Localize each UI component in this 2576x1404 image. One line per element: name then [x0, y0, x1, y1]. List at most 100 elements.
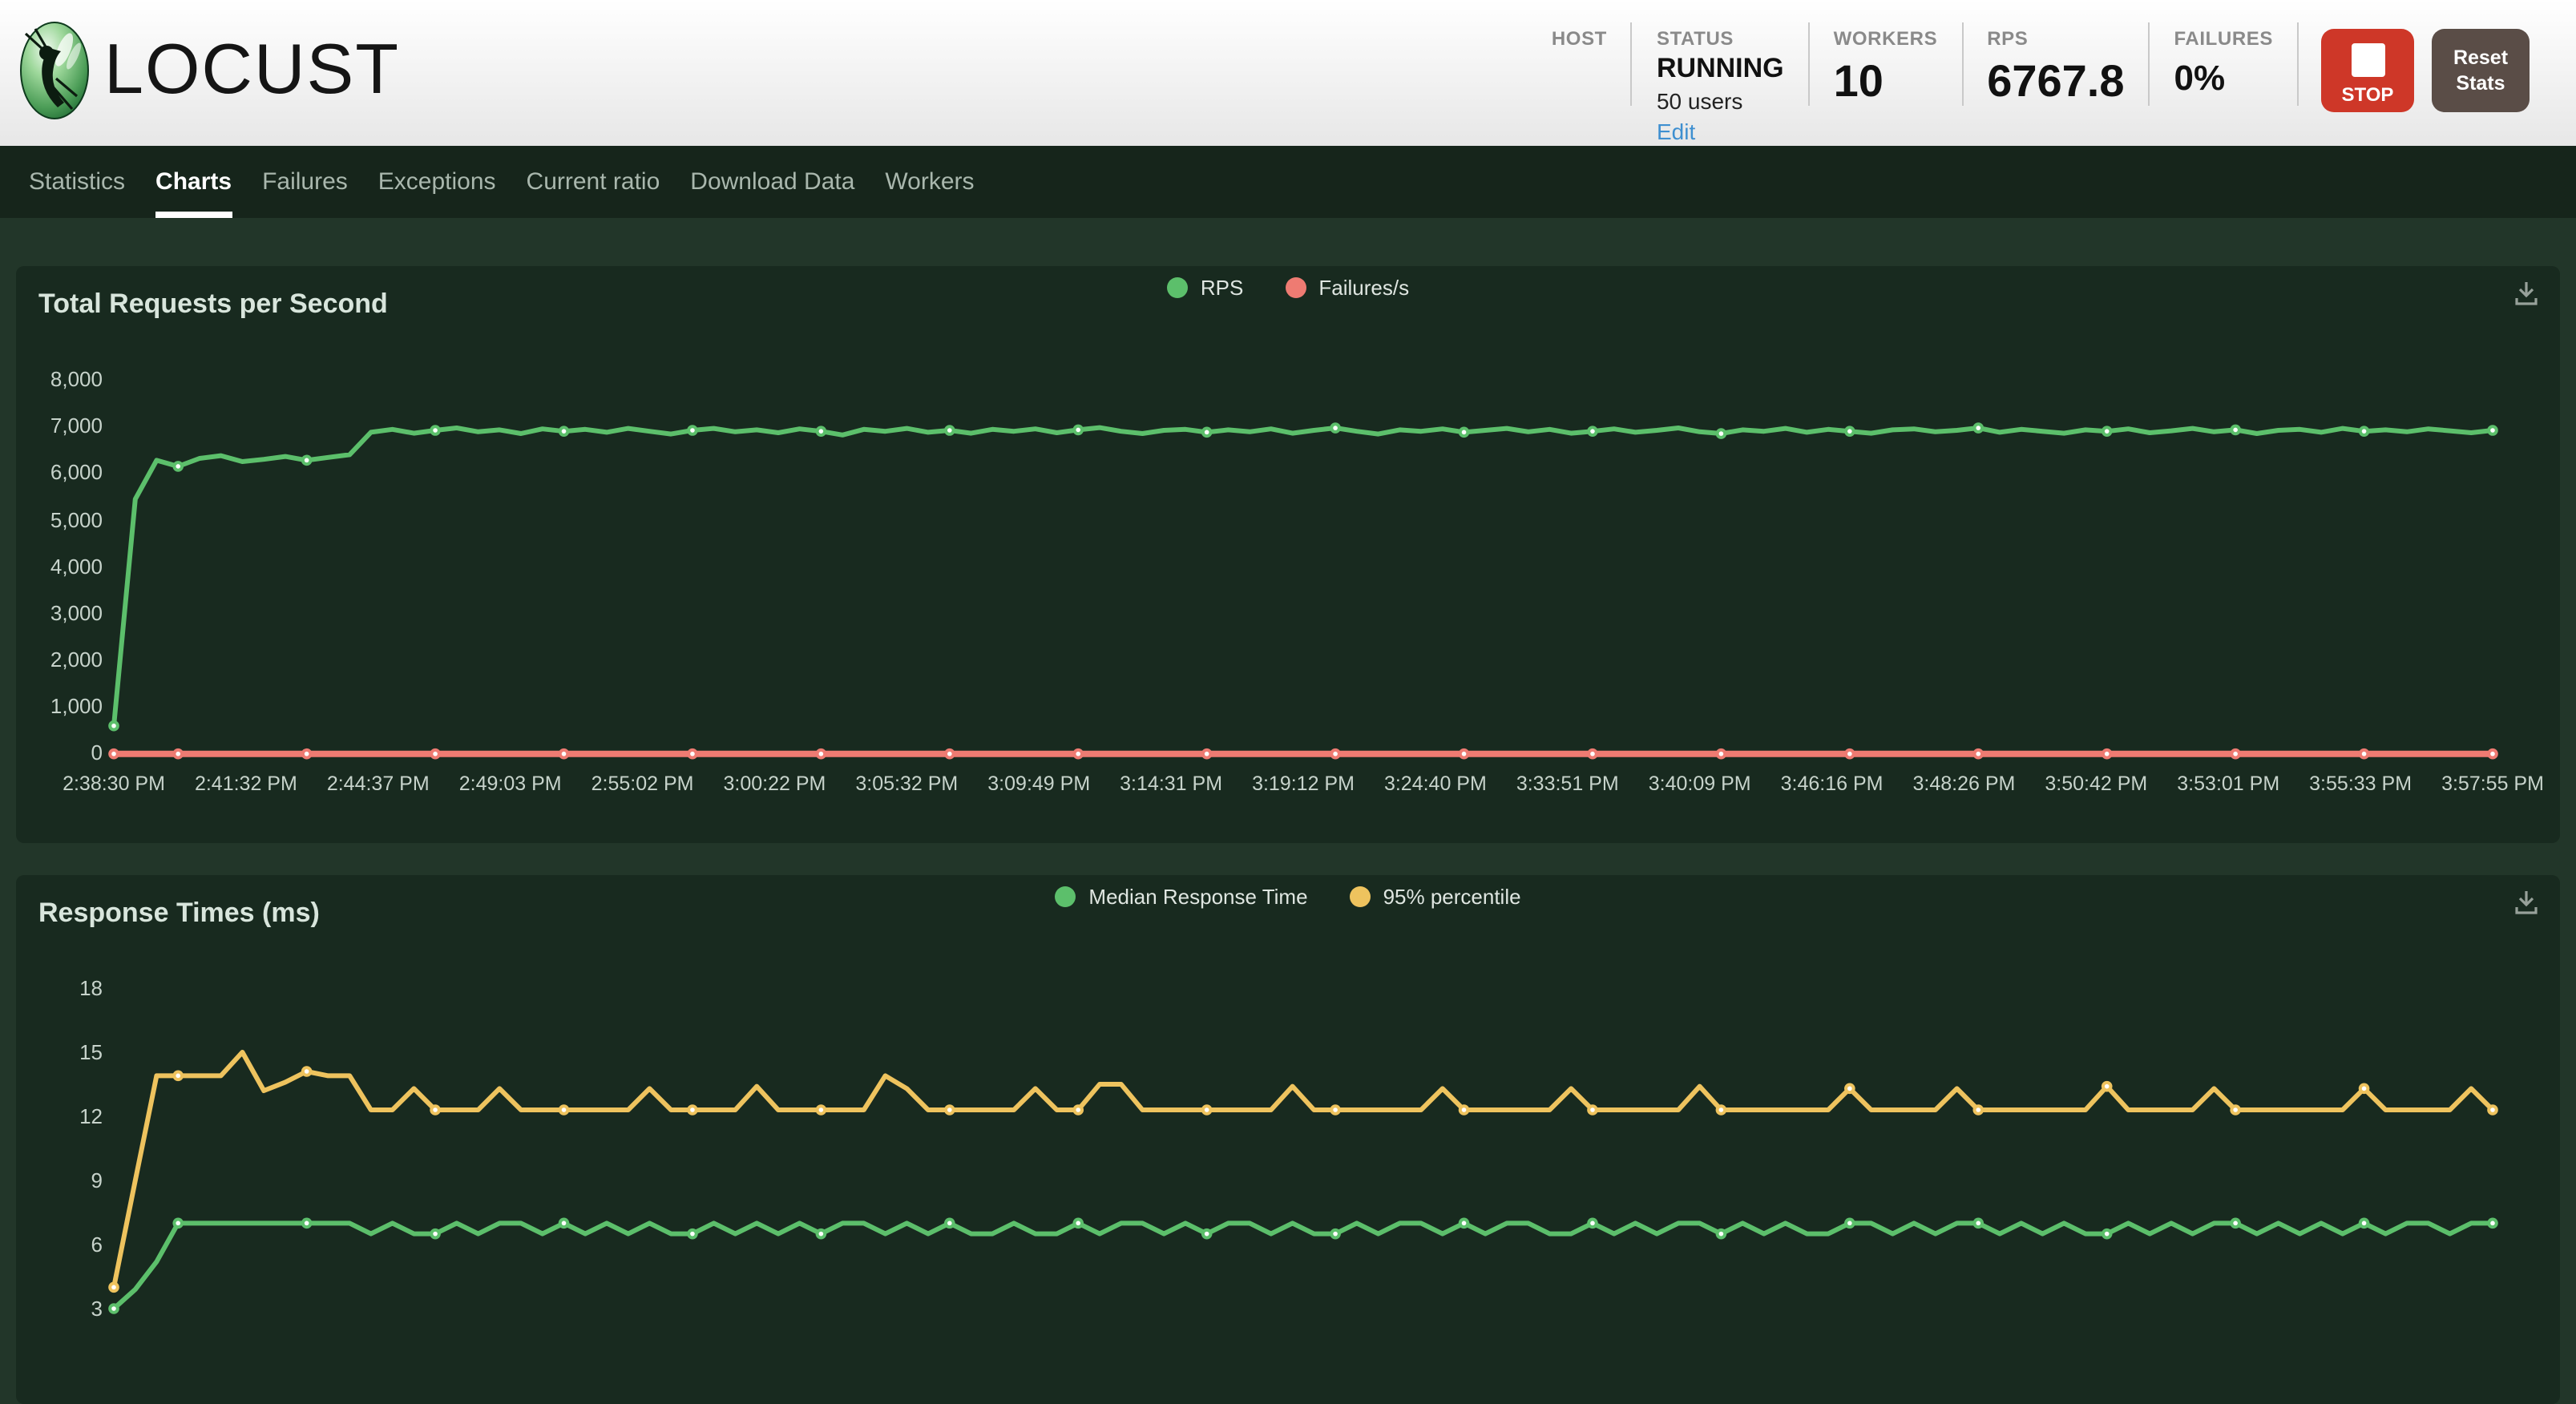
divider — [2297, 22, 2299, 106]
workers-value: 10 — [1834, 56, 1884, 107]
stop-button-label: STOP — [2342, 83, 2394, 106]
data-point-marker-center — [2362, 429, 2367, 434]
chart-plot-svg[interactable] — [16, 875, 2560, 1404]
data-point-marker-center — [305, 458, 309, 463]
header: LOCUST HOST STATUS RUNNING 50 users Edit… — [0, 0, 2576, 146]
data-point-marker-center — [305, 1069, 309, 1074]
data-point-marker-center — [947, 428, 952, 433]
data-point-marker-center — [1719, 1107, 1724, 1112]
data-point-marker-center — [2105, 1084, 2110, 1089]
data-point-marker-center — [1590, 1107, 1595, 1112]
rps-block: RPS 6767.8 — [1963, 0, 2148, 107]
data-point-marker-center — [111, 752, 116, 756]
data-point-marker-center — [1462, 430, 1467, 435]
reset-stats-button[interactable]: Reset Stats — [2432, 29, 2530, 112]
data-point-marker-center — [819, 429, 824, 434]
data-point-marker-center — [1847, 1221, 1852, 1226]
data-point-marker-center — [1205, 752, 1209, 756]
data-point-marker-center — [819, 1107, 824, 1112]
data-point-marker-center — [1976, 752, 1980, 756]
data-point-marker-center — [305, 1221, 309, 1226]
data-point-marker-center — [176, 464, 180, 469]
data-point-marker-center — [562, 1221, 567, 1226]
locust-logo-icon — [19, 21, 90, 120]
rps-chart-card: RPSFailures/s Total Requests per Second … — [16, 266, 2560, 843]
chart-plot-svg[interactable] — [16, 266, 2560, 819]
stop-button[interactable]: STOP — [2321, 29, 2414, 112]
data-point-marker-center — [690, 752, 695, 756]
nav-bar: Statistics Charts Failures Exceptions Cu… — [0, 146, 2576, 218]
series-line — [114, 1052, 2493, 1287]
data-point-marker-center — [1976, 1221, 1980, 1226]
tab-download-data[interactable]: Download Data — [690, 146, 854, 218]
data-point-marker-center — [2233, 1221, 2238, 1226]
data-point-marker-center — [433, 1107, 438, 1112]
failures-value: 0% — [2174, 58, 2226, 99]
data-point-marker-center — [1333, 752, 1338, 756]
data-point-marker-center — [433, 1232, 438, 1237]
logo-text: LOCUST — [104, 21, 400, 120]
data-point-marker-center — [2105, 752, 2110, 756]
tab-statistics[interactable]: Statistics — [29, 146, 125, 218]
host-block: HOST — [1528, 0, 1631, 53]
workers-block: WORKERS 10 — [1810, 0, 1962, 107]
data-point-marker-center — [2362, 1087, 2367, 1091]
data-point-marker-center — [433, 752, 438, 756]
data-point-marker-center — [947, 1107, 952, 1112]
data-point-marker-center — [1590, 1221, 1595, 1226]
data-point-marker-center — [1847, 429, 1852, 434]
header-stats: HOST STATUS RUNNING 50 users Edit WORKER… — [1528, 0, 2576, 146]
user-count: 50 users — [1657, 88, 1742, 114]
data-point-marker-center — [1719, 431, 1724, 436]
data-point-marker-center — [2362, 1221, 2367, 1226]
data-point-marker-center — [1076, 1107, 1080, 1112]
data-point-marker-center — [562, 429, 567, 434]
tab-charts[interactable]: Charts — [155, 146, 232, 218]
data-point-marker-center — [1076, 752, 1080, 756]
status-block: STATUS RUNNING 50 users Edit — [1633, 0, 1808, 144]
stop-icon — [2351, 43, 2384, 77]
data-point-marker-center — [111, 724, 116, 728]
data-point-marker-center — [2490, 752, 2495, 756]
failures-label: FAILURES — [2174, 27, 2274, 50]
data-point-marker-center — [1205, 1232, 1209, 1237]
locust-logo[interactable]: LOCUST — [19, 21, 400, 120]
data-point-marker-center — [1205, 1107, 1209, 1112]
data-point-marker-center — [176, 1074, 180, 1079]
data-point-marker-center — [305, 752, 309, 756]
series-line — [114, 428, 2493, 726]
data-point-marker-center — [1076, 428, 1080, 433]
data-point-marker-center — [1462, 1221, 1467, 1226]
rps-label: RPS — [1987, 27, 2028, 50]
series-line — [114, 1223, 2493, 1309]
tab-failures[interactable]: Failures — [262, 146, 348, 218]
tab-workers[interactable]: Workers — [885, 146, 974, 218]
data-point-marker-center — [690, 1232, 695, 1237]
rps-value: 6767.8 — [1987, 56, 2124, 107]
status-label: STATUS — [1657, 27, 1734, 50]
data-point-marker-center — [819, 1232, 824, 1237]
page: LOCUST HOST STATUS RUNNING 50 users Edit… — [0, 0, 2576, 1319]
tab-current-ratio[interactable]: Current ratio — [527, 146, 660, 218]
data-point-marker-center — [1462, 752, 1467, 756]
data-point-marker-center — [111, 1285, 116, 1290]
data-point-marker-center — [1976, 426, 1980, 430]
data-point-marker-center — [176, 1221, 180, 1226]
data-point-marker-center — [947, 752, 952, 756]
data-point-marker-center — [2233, 428, 2238, 433]
tab-exceptions[interactable]: Exceptions — [378, 146, 496, 218]
data-point-marker-center — [1462, 1107, 1467, 1112]
charts-page: RPSFailures/s Total Requests per Second … — [0, 266, 2576, 1404]
data-point-marker-center — [1719, 752, 1724, 756]
data-point-marker-center — [1976, 1107, 1980, 1112]
data-point-marker-center — [2105, 429, 2110, 434]
data-point-marker-center — [1847, 752, 1852, 756]
data-point-marker-center — [2490, 1107, 2495, 1112]
data-point-marker-center — [433, 428, 438, 433]
data-point-marker-center — [1333, 1107, 1338, 1112]
data-point-marker-center — [176, 752, 180, 756]
edit-link[interactable]: Edit — [1657, 119, 1695, 144]
data-point-marker-center — [1847, 1087, 1852, 1091]
data-point-marker-center — [2490, 428, 2495, 433]
data-point-marker-center — [1590, 752, 1595, 756]
